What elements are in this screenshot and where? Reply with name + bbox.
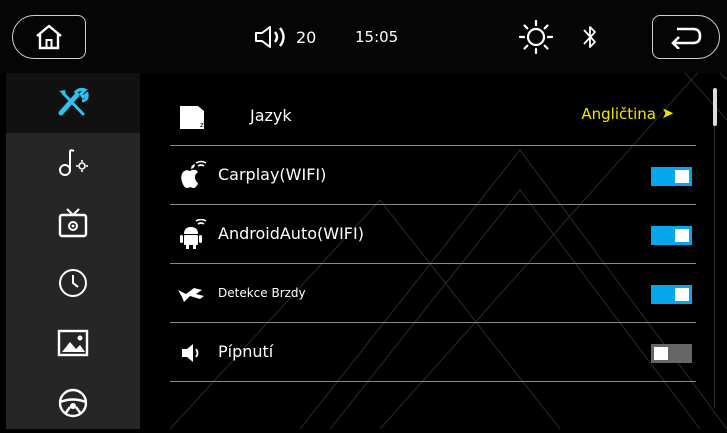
language-value[interactable]: Angličtina (581, 105, 656, 123)
toggle-knob (675, 288, 689, 301)
brake-toggle[interactable] (651, 285, 692, 304)
setting-row-brake[interactable]: Detekce Brzdy (170, 264, 696, 323)
carplay-toggle[interactable] (651, 167, 692, 186)
tv-settings-icon (58, 208, 88, 238)
sidebar-item-time[interactable] (6, 253, 140, 313)
steering-wheel-icon (58, 388, 88, 418)
beep-label: Pípnutí (218, 342, 274, 361)
back-arrow-icon (671, 27, 702, 49)
setting-row-androidauto[interactable]: AndroidAuto(WIFI) (170, 205, 696, 264)
image-icon (57, 329, 89, 357)
home-icon (36, 24, 62, 50)
sidebar-item-general[interactable] (6, 73, 140, 133)
android-wifi-icon (176, 219, 208, 251)
beep-toggle[interactable] (651, 344, 692, 363)
back-button[interactable] (652, 15, 720, 59)
settings-sidebar (6, 73, 140, 429)
toggle-knob (675, 229, 689, 242)
language-label: Jazyk (250, 106, 292, 125)
beep-speaker-icon (176, 337, 208, 369)
sidebar-item-wallpaper[interactable] (6, 313, 140, 373)
scrollbar-thumb[interactable] (713, 88, 717, 126)
clock-icon (59, 269, 87, 297)
apple-wifi-icon (176, 160, 208, 192)
bluetooth-icon (583, 26, 596, 48)
home-button[interactable] (12, 15, 86, 59)
setting-row-carplay[interactable]: Carplay(WIFI) (170, 146, 696, 205)
language-icon: z (176, 101, 208, 133)
volume-indicator[interactable]: 20 (254, 25, 316, 49)
clock-time: 15:05 (355, 28, 399, 46)
androidauto-label: AndroidAuto(WIFI) (218, 224, 364, 243)
sidebar-item-steering[interactable] (6, 373, 140, 433)
music-settings-icon (59, 149, 88, 176)
top-status-bar: 20 15:05 (0, 0, 727, 73)
sidebar-item-audio[interactable] (6, 133, 140, 193)
brake-label: Detekce Brzdy (218, 286, 306, 300)
brake-detection-icon (176, 278, 208, 310)
sidebar-item-display[interactable] (6, 193, 140, 253)
carplay-label: Carplay(WIFI) (218, 165, 327, 184)
androidauto-toggle[interactable] (651, 226, 692, 245)
brightness-button[interactable] (518, 19, 554, 58)
chevron-right-icon: ➤ (661, 104, 674, 122)
volume-value: 20 (296, 27, 317, 47)
sun-icon (518, 19, 554, 55)
toggle-knob (654, 347, 668, 360)
speaker-icon (255, 26, 285, 48)
svg-text:z: z (200, 121, 204, 129)
settings-tools-icon (58, 87, 89, 116)
scrollbar-track (714, 88, 715, 408)
bluetooth-button[interactable] (581, 22, 599, 56)
setting-row-beep[interactable]: Pípnutí (170, 323, 696, 382)
toggle-knob (675, 170, 689, 183)
setting-row-language[interactable]: z Jazyk Angličtina ➤ (170, 87, 696, 146)
